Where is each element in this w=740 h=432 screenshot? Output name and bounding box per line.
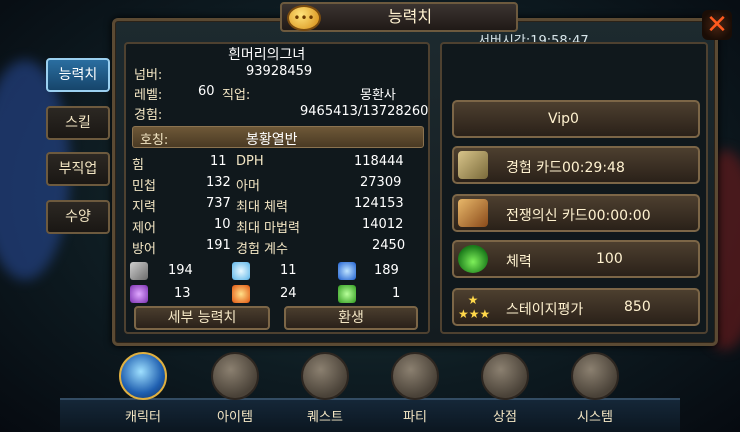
exp-label: 경험: bbox=[134, 108, 163, 123]
scroll-icon bbox=[458, 199, 488, 227]
war-card-label: 전쟁의신 카드00:00:00 bbox=[506, 208, 651, 224]
physical-resist-icon bbox=[130, 262, 148, 280]
tab-stats[interactable]: 능력치 bbox=[46, 58, 110, 92]
vip-button[interactable]: Vip0 bbox=[452, 100, 700, 138]
bag-icon bbox=[211, 352, 259, 400]
stage-value: 850 bbox=[624, 299, 651, 315]
dark-resist-icon bbox=[130, 285, 148, 303]
stat-name: 지력 bbox=[132, 200, 156, 215]
nav-quest[interactable]: 퀘스트 bbox=[290, 352, 360, 432]
stat-sub-value: 124153 bbox=[354, 196, 404, 211]
stat-name: 힘 bbox=[132, 158, 144, 173]
tab-subjob[interactable]: 부직업 bbox=[46, 152, 110, 186]
potion-icon bbox=[458, 245, 488, 273]
stamina-row: 체력 100 bbox=[452, 240, 700, 278]
stamina-value: 100 bbox=[596, 251, 623, 267]
nav-label: 상점 bbox=[493, 410, 517, 425]
stat-name: 방어 bbox=[132, 242, 156, 257]
stat-value: 191 bbox=[206, 238, 231, 253]
scroll-icon bbox=[458, 151, 488, 179]
resist-value: 194 bbox=[168, 263, 193, 278]
character-name: 흰머리의그녀 bbox=[228, 47, 306, 63]
honor-label: 호칭: bbox=[140, 133, 169, 148]
nav-items[interactable]: 아이템 bbox=[200, 352, 270, 432]
stamina-label: 체력 bbox=[506, 254, 532, 270]
stat-sub-label: 최대 체력 bbox=[236, 200, 288, 215]
stat-sub-value: 27309 bbox=[360, 175, 402, 190]
fire-resist-icon bbox=[232, 285, 250, 303]
nav-system[interactable]: 시스템 bbox=[560, 352, 630, 432]
rebirth-button[interactable]: 환생 bbox=[284, 306, 418, 330]
resist-value: 24 bbox=[280, 286, 297, 301]
shop-icon bbox=[481, 352, 529, 400]
number-label: 넘버: bbox=[134, 68, 163, 83]
stat-sub-value: 14012 bbox=[362, 217, 404, 232]
stat-value: 11 bbox=[210, 154, 227, 169]
stage-label: 스테이지평가 bbox=[506, 302, 584, 318]
stat-value: 132 bbox=[206, 175, 231, 190]
job-value: 몽환사 bbox=[360, 88, 396, 103]
close-button[interactable]: ✕ bbox=[702, 10, 732, 40]
gear-icon bbox=[571, 352, 619, 400]
stat-sub-label: 경험 계수 bbox=[236, 242, 288, 257]
scroll-icon bbox=[301, 352, 349, 400]
exp-card-label: 경험 카드00:29:48 bbox=[506, 160, 625, 176]
tab-skills[interactable]: 스킬 bbox=[46, 106, 110, 140]
level-label: 레벨: bbox=[134, 88, 163, 103]
stat-sub-label: DPH bbox=[236, 154, 264, 169]
nav-label: 아이템 bbox=[217, 410, 253, 425]
stat-name: 제어 bbox=[132, 221, 156, 236]
vip-label: Vip0 bbox=[548, 111, 579, 127]
honor-value: 봉황열반 bbox=[246, 132, 298, 148]
stat-sub-value: 118444 bbox=[354, 154, 404, 169]
exp-card-button[interactable]: 경험 카드00:29:48 bbox=[452, 146, 700, 184]
lightning-resist-icon bbox=[338, 262, 356, 280]
nav-label: 시스템 bbox=[577, 410, 613, 425]
nav-label: 퀘스트 bbox=[307, 410, 343, 425]
stat-sub-value: 2450 bbox=[372, 238, 406, 253]
nav-party[interactable]: 파티 bbox=[380, 352, 450, 432]
number-value: 93928459 bbox=[246, 64, 313, 79]
resist-value: 1 bbox=[392, 286, 401, 301]
level-value: 60 bbox=[198, 84, 215, 99]
nav-label: 캐릭터 bbox=[125, 410, 161, 425]
stat-value: 10 bbox=[214, 217, 231, 232]
resist-value: 11 bbox=[280, 263, 297, 278]
war-card-button[interactable]: 전쟁의신 카드00:00:00 bbox=[452, 194, 700, 232]
tab-cultivation[interactable]: 수양 bbox=[46, 200, 110, 234]
nav-character[interactable]: 캐릭터 bbox=[108, 352, 178, 432]
helmet-icon bbox=[119, 352, 167, 400]
job-label: 직업: bbox=[222, 88, 251, 103]
resist-value: 189 bbox=[374, 263, 399, 278]
poison-resist-icon bbox=[338, 285, 356, 303]
stars-icon: ★ ★★★ bbox=[458, 293, 491, 321]
stat-name: 민첩 bbox=[132, 179, 156, 194]
stat-value: 737 bbox=[206, 196, 231, 211]
stat-sub-label: 아머 bbox=[236, 179, 260, 194]
stage-rating-row: ★ ★★★ 스테이지평가 850 bbox=[452, 288, 700, 326]
nav-label: 파티 bbox=[403, 410, 427, 425]
exp-value: 9465413/13728260 bbox=[300, 104, 429, 119]
page-title: 능력치 bbox=[387, 7, 433, 26]
resist-value: 13 bbox=[174, 286, 191, 301]
ice-resist-icon bbox=[232, 262, 250, 280]
nav-shop[interactable]: 상점 bbox=[470, 352, 540, 432]
party-icon bbox=[391, 352, 439, 400]
detail-stats-button[interactable]: 세부 능력치 bbox=[134, 306, 270, 330]
stat-sub-label: 최대 마법력 bbox=[236, 221, 300, 236]
chat-icon[interactable]: ••• bbox=[287, 5, 321, 31]
